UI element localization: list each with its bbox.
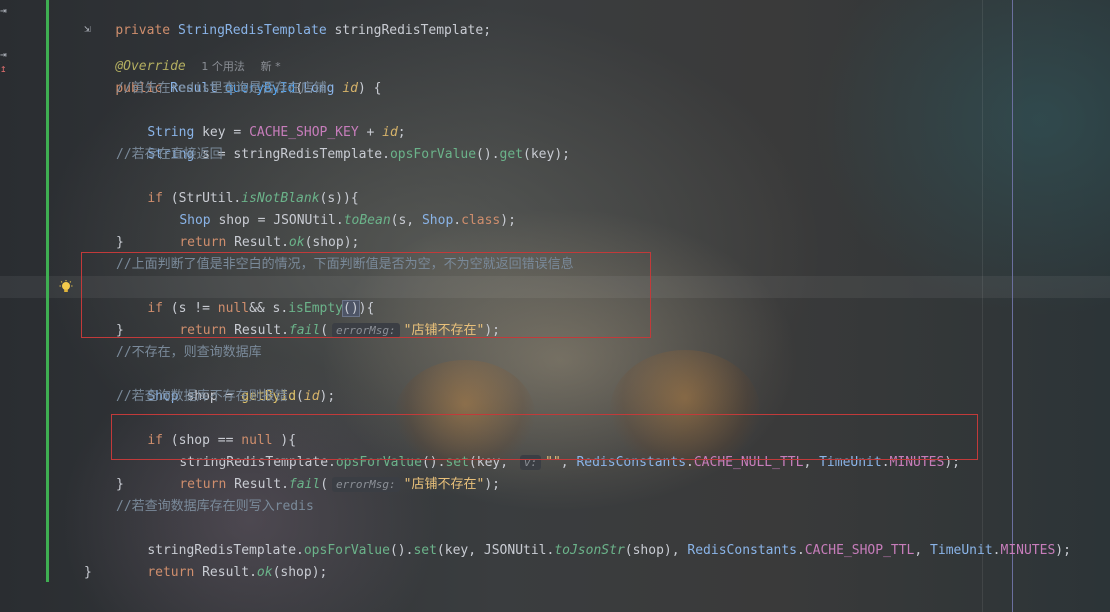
code-line-5: String key = CACHE_SHOP_KEY + id; bbox=[147, 125, 406, 140]
code-comment: //首先在redis里查询是否存在店铺 bbox=[116, 81, 327, 96]
override-marker-icon[interactable]: ↥ bbox=[0, 62, 7, 75]
code-text: (shop); bbox=[304, 235, 360, 250]
parameter: id bbox=[303, 389, 320, 404]
keyword: class bbox=[461, 213, 501, 228]
code-text: ( bbox=[296, 389, 304, 404]
code-text: ); bbox=[1055, 543, 1071, 558]
code-text: (shop), bbox=[624, 543, 688, 558]
code-comment: //若存在直接返回 bbox=[116, 147, 223, 162]
code-line-10: return Result.ok(shop); bbox=[148, 210, 359, 250]
code-text: . bbox=[992, 543, 1001, 558]
method-call: ok bbox=[288, 235, 305, 250]
code-text: . bbox=[796, 543, 805, 558]
method-call: toJsonStr bbox=[554, 543, 625, 558]
code-text: ); bbox=[484, 477, 500, 492]
code-text: ); bbox=[500, 213, 516, 228]
code-text: , bbox=[914, 543, 931, 558]
code-line-9: Shop shop = JSONUtil.toBean(s, Shop.clas… bbox=[148, 188, 516, 228]
code-line-24: stringRedisTemplate.opsForValue().set(ke… bbox=[116, 518, 1071, 558]
code-text: stringRedisTemplate; bbox=[326, 23, 492, 38]
lightbulb-icon[interactable] bbox=[59, 280, 73, 294]
keyword: return bbox=[179, 235, 227, 250]
code-line-6: String s = stringRedisTemplate.opsForVal… bbox=[116, 122, 570, 162]
constant: CACHE_SHOP_TTL bbox=[804, 543, 915, 558]
string-literal: "店铺不存在" bbox=[403, 477, 485, 492]
closing-brace: } bbox=[116, 235, 124, 250]
type-name: Shop bbox=[421, 213, 454, 228]
constant: MINUTES bbox=[1000, 543, 1056, 558]
type-name: TimeUnit bbox=[930, 543, 993, 558]
code-text: s = stringRedisTemplate. bbox=[194, 147, 390, 162]
gutter-arrow-icon[interactable]: ⇥ bbox=[0, 4, 7, 17]
method-call: opsForValue bbox=[389, 147, 477, 162]
method-call: fail bbox=[288, 477, 321, 492]
method-call: set bbox=[413, 543, 437, 558]
closing-brace: } bbox=[116, 477, 124, 492]
code-text: (). bbox=[476, 147, 500, 162]
code-text: (). bbox=[389, 543, 414, 558]
code-text: (key); bbox=[523, 147, 570, 162]
code-line-3: public Result queryById(Long id) { bbox=[115, 81, 382, 96]
code-text: (key, JSONUtil. bbox=[436, 543, 555, 558]
code-line-17: Shop shop = getById(id); bbox=[116, 364, 335, 404]
code-text: ( bbox=[320, 477, 329, 492]
code-text: Result. bbox=[226, 235, 289, 250]
code-comment: //若查询数据库存在则写入redis bbox=[116, 499, 314, 514]
code-comment: //不存在，则查询数据库 bbox=[116, 345, 262, 360]
code-text: (shop); bbox=[272, 565, 328, 580]
parameter: id bbox=[342, 81, 358, 96]
code-text: . bbox=[453, 213, 462, 228]
keyword: return bbox=[147, 565, 195, 580]
vcs-change-bar bbox=[46, 0, 49, 582]
code-comment: //若查询数据库不存在则报错 bbox=[116, 389, 288, 404]
code-text: (s, bbox=[390, 213, 422, 228]
code-text: ); bbox=[319, 389, 336, 404]
code-line-1: private StringRedisTemplate stringRedisT… bbox=[84, 0, 491, 38]
gutter-arrow-icon[interactable]: ⇥ bbox=[0, 48, 7, 61]
code-text: Result. bbox=[194, 565, 257, 580]
method-call: get bbox=[499, 147, 524, 162]
code-line-25: return Result.ok(shop); bbox=[116, 540, 327, 580]
type-name: RedisConstants bbox=[687, 543, 797, 558]
code-line-8: if (StrUtil.isNotBlank(s)){ bbox=[116, 166, 358, 206]
highlight-box-null-check bbox=[81, 252, 651, 338]
code-text: Result. bbox=[226, 477, 289, 492]
method-call: ok bbox=[256, 565, 273, 580]
parameter-hint: errorMsg: bbox=[332, 477, 400, 492]
highlight-box-cache-null bbox=[111, 414, 978, 460]
closing-brace: } bbox=[84, 565, 92, 580]
keyword: return bbox=[179, 477, 227, 492]
code-line-2: @Override 1 个用法 新 * bbox=[84, 34, 280, 74]
